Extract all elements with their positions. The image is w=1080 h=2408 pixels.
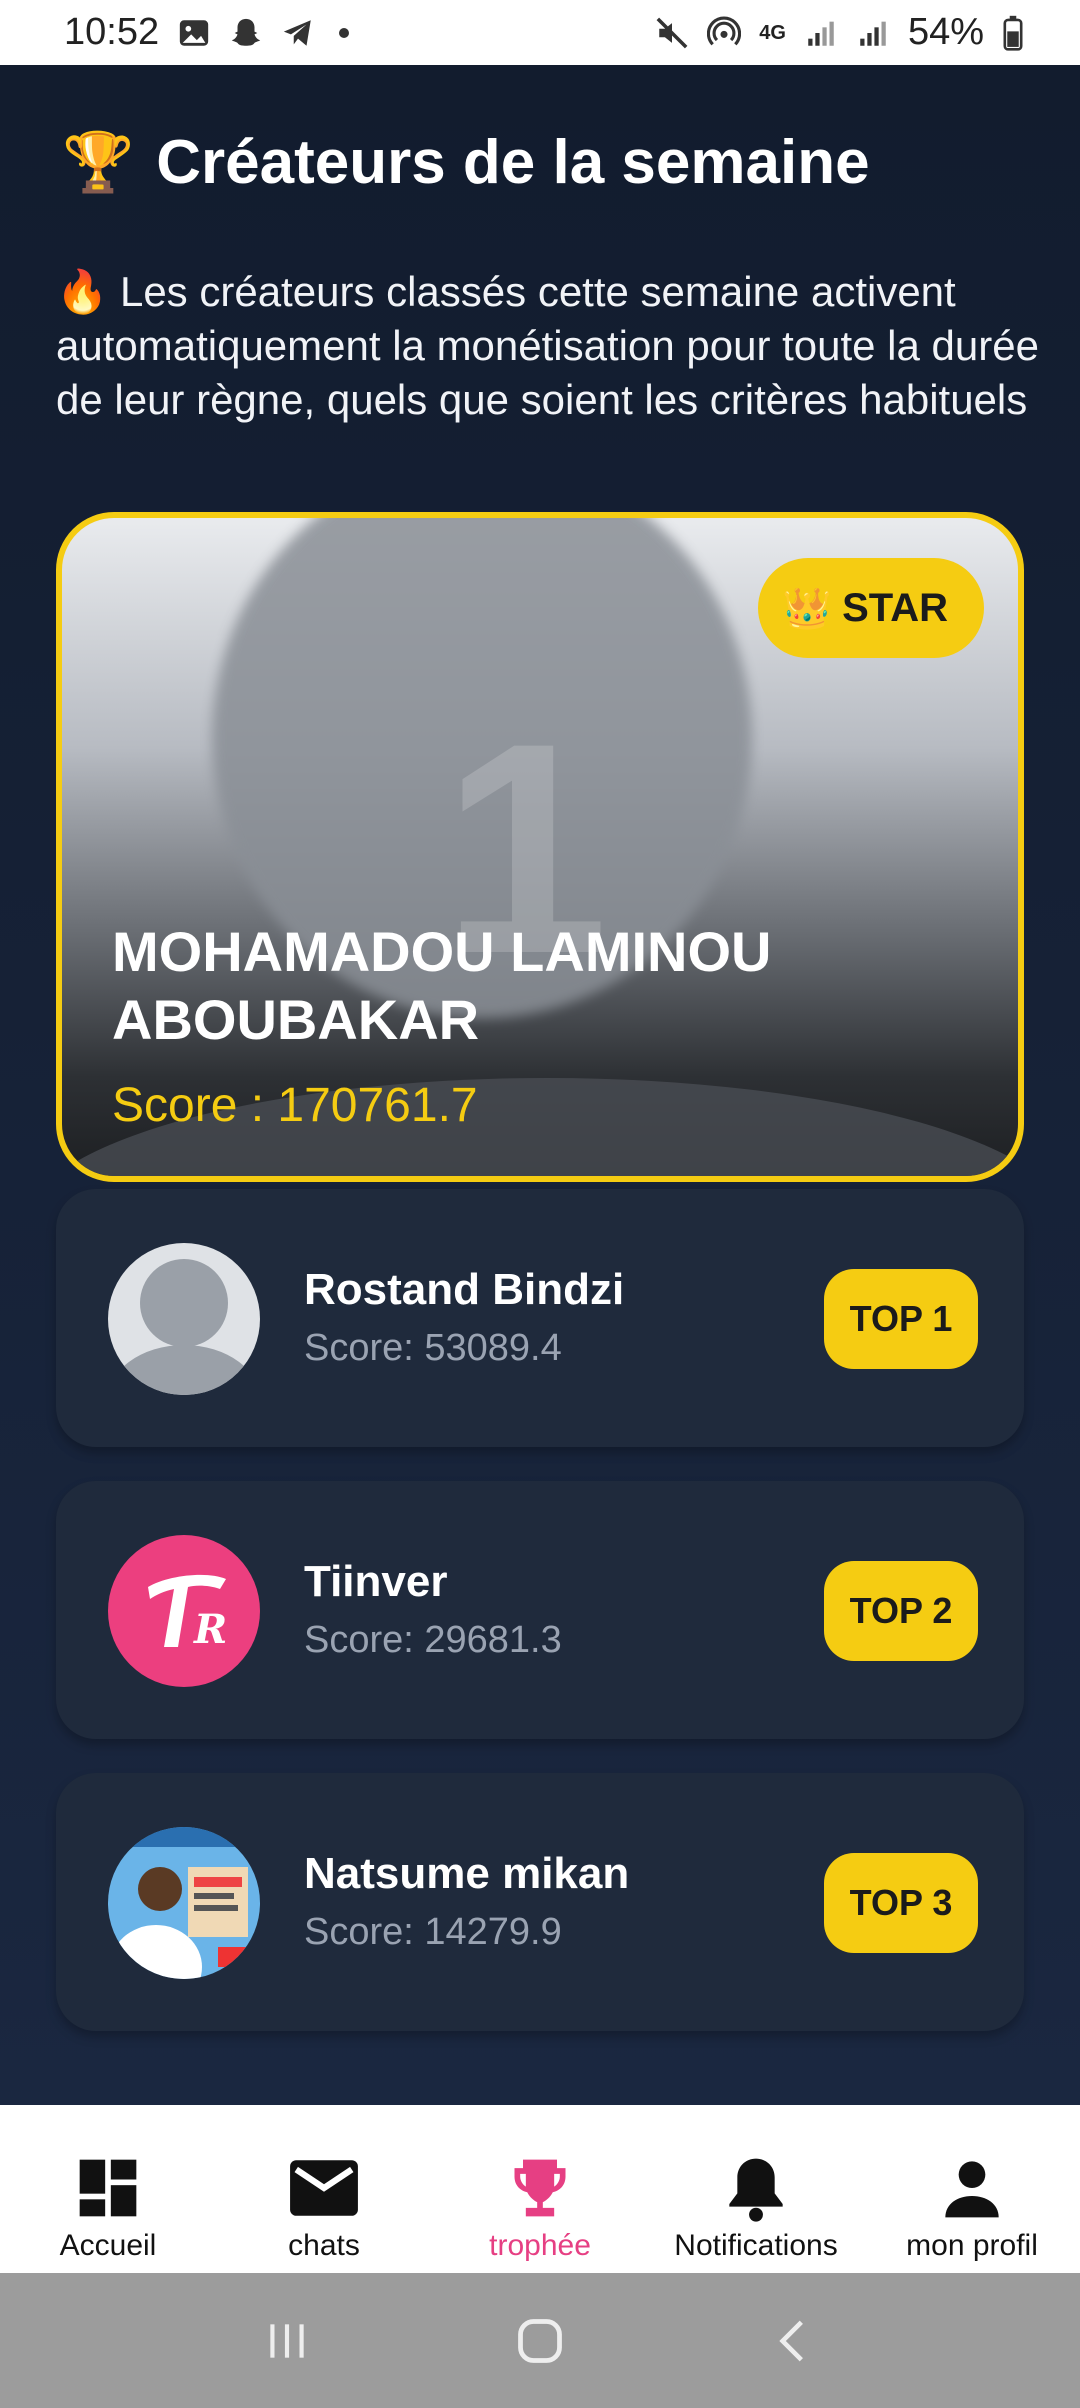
ranking-name: Natsume mikan bbox=[304, 1849, 630, 1898]
gallery-icon bbox=[177, 16, 211, 50]
hotspot-icon bbox=[707, 16, 742, 50]
ranking-score: Score: 29681.3 bbox=[304, 1619, 562, 1661]
intro-line-1-text: Les créateurs classés cette semaine acti… bbox=[119, 268, 956, 315]
nav-item-trophee[interactable]: trophée bbox=[432, 2105, 648, 2273]
person-icon bbox=[940, 2153, 1004, 2223]
notification-dot bbox=[339, 27, 350, 38]
nav-item-notifications[interactable]: Notifications bbox=[648, 2105, 864, 2273]
star-badge-label: STAR bbox=[842, 585, 948, 630]
system-navigation-bar bbox=[0, 2273, 1080, 2408]
nav-label-notifications: Notifications bbox=[674, 2229, 838, 2262]
ranking-card-2[interactable]: R Tiinver Score: 29681.3 TOP 2 bbox=[56, 1481, 1024, 1739]
ranking-badge: TOP 3 bbox=[824, 1853, 978, 1953]
intro-text: 🔥 Les créateurs classés cette semaine ac… bbox=[56, 265, 1080, 427]
avatar bbox=[108, 1243, 260, 1395]
page-title: 🏆 Créateurs de la semaine bbox=[62, 127, 870, 198]
signal-roaming-icon bbox=[856, 16, 890, 50]
nav-label-accueil: Accueil bbox=[59, 2229, 157, 2262]
dashboard-icon bbox=[74, 2153, 142, 2223]
avatar: R bbox=[108, 1535, 260, 1687]
battery-percent: 54% bbox=[907, 11, 984, 53]
star-creator-name: MOHAMADOU LAMINOU ABOUBAKAR bbox=[112, 920, 772, 1051]
mute-icon bbox=[655, 16, 689, 50]
bottom-navigation: Accueil chats trophée Notifications mon … bbox=[0, 2105, 1080, 2273]
nav-item-profil[interactable]: mon profil bbox=[864, 2105, 1080, 2273]
mail-icon bbox=[287, 2153, 361, 2223]
ranking-badge: TOP 2 bbox=[824, 1561, 978, 1661]
network-label: 4G bbox=[759, 21, 786, 44]
nav-item-accueil[interactable]: Accueil bbox=[0, 2105, 216, 2273]
intro-line-3: de leur règne, quels que soient les crit… bbox=[56, 376, 1028, 423]
star-creator-score: Score : 170761.7 bbox=[112, 1079, 478, 1132]
nav-label-trophee: trophée bbox=[489, 2229, 591, 2262]
intro-line-1: 🔥 Les créateurs classés cette semaine ac… bbox=[56, 265, 1080, 319]
fire-emoji-icon: 🔥 bbox=[56, 268, 109, 315]
ranking-score: Score: 53089.4 bbox=[304, 1327, 562, 1369]
intro-line-2: automatiquement la monétisation pour tou… bbox=[56, 322, 1039, 369]
status-left: 10:52 bbox=[64, 11, 350, 54]
back-button[interactable] bbox=[753, 2301, 833, 2381]
ranking-name: Tiinver bbox=[304, 1557, 448, 1606]
snapchat-icon bbox=[229, 16, 263, 50]
trophy-icon bbox=[506, 2153, 574, 2223]
recent-apps-button[interactable] bbox=[247, 2301, 327, 2381]
star-creator-card[interactable]: 1 👑 STAR MOHAMADOU LAMINOU ABOUBAKAR Sco… bbox=[56, 512, 1024, 1182]
ranking-badge: TOP 1 bbox=[824, 1269, 978, 1369]
crown-emoji-icon: 👑 bbox=[782, 586, 833, 631]
battery-icon bbox=[1002, 15, 1024, 51]
star-badge: 👑 STAR bbox=[758, 558, 984, 658]
bell-icon bbox=[724, 2153, 788, 2223]
status-bar: 10:52 4G 54% bbox=[0, 0, 1080, 65]
network-4g-icon: 4G bbox=[759, 23, 786, 43]
trophy-emoji-icon: 🏆 bbox=[62, 129, 135, 195]
home-button[interactable] bbox=[500, 2301, 580, 2381]
main-content: 🏆 Créateurs de la semaine 🔥 Les créateur… bbox=[0, 65, 1080, 2105]
svg-text:R: R bbox=[193, 1606, 227, 1653]
ranking-name: Rostand Bindzi bbox=[304, 1265, 625, 1314]
ranking-score: Score: 14279.9 bbox=[304, 1911, 562, 1953]
status-right: 4G 54% bbox=[655, 11, 1024, 54]
nav-label-chats: chats bbox=[288, 2229, 360, 2262]
ranking-card-1[interactable]: Rostand Bindzi Score: 53089.4 TOP 1 bbox=[56, 1189, 1024, 1447]
signal-icon bbox=[804, 16, 838, 50]
telegram-icon bbox=[281, 16, 315, 50]
avatar bbox=[108, 1827, 260, 1979]
ranking-card-3[interactable]: Natsume mikan Score: 14279.9 TOP 3 bbox=[56, 1773, 1024, 2031]
nav-item-chats[interactable]: chats bbox=[216, 2105, 432, 2273]
nav-label-profil: mon profil bbox=[906, 2229, 1038, 2262]
page-title-text: Créateurs de la semaine bbox=[156, 128, 870, 197]
status-time: 10:52 bbox=[64, 11, 160, 53]
